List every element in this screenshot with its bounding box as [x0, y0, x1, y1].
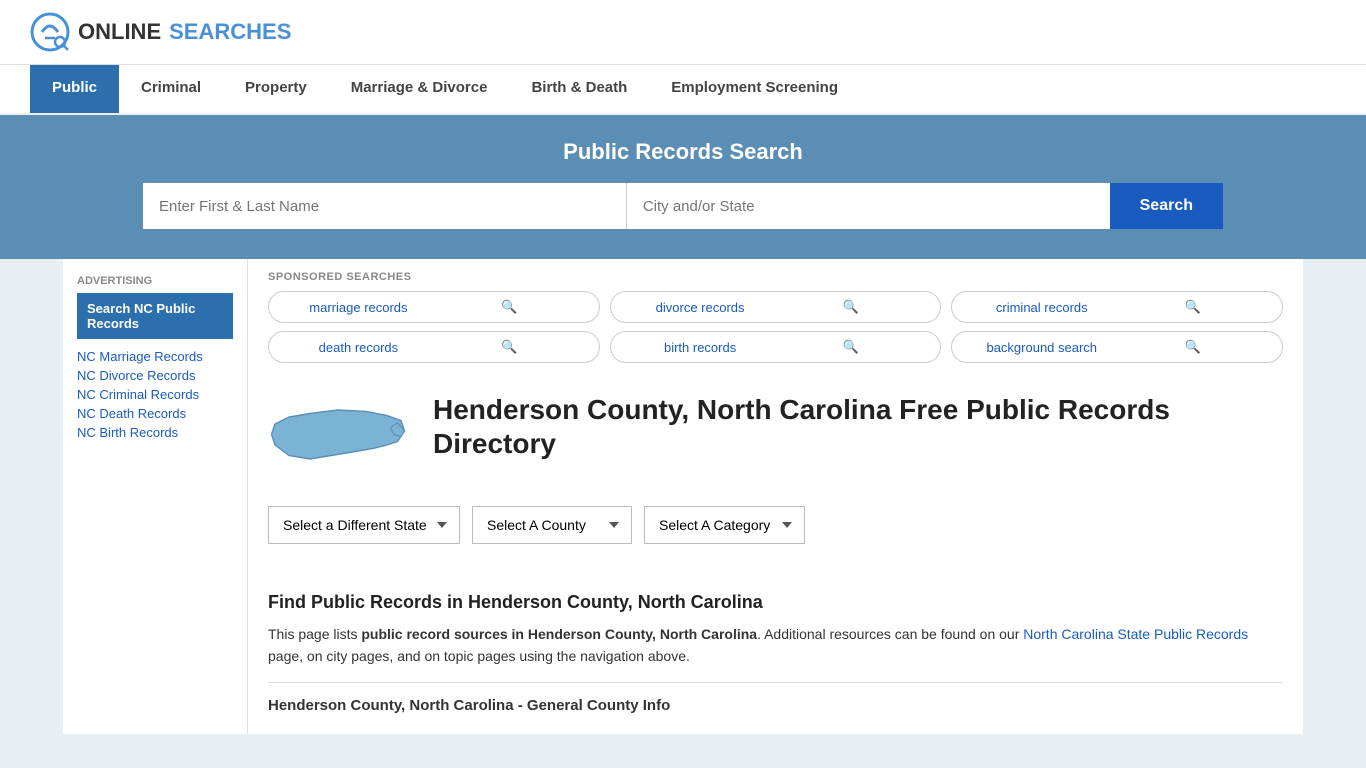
pill-divorce-records[interactable]: divorce records 🔍 [610, 291, 942, 323]
pill-row-2: death records 🔍 birth records 🔍 backgrou… [268, 331, 1283, 363]
pill-death-records[interactable]: death records 🔍 [268, 331, 600, 363]
pill-birth-records[interactable]: birth records 🔍 [610, 331, 942, 363]
pill-row-1: marriage records 🔍 divorce records 🔍 cri… [268, 291, 1283, 323]
logo-text-online: ONLINE [78, 19, 161, 45]
find-section: Find Public Records in Henderson County,… [268, 592, 1283, 714]
pill-marriage-label: marriage records [283, 300, 434, 315]
sponsored-label: SPONSORED SEARCHES [268, 271, 1283, 283]
find-text-part3: page, on city pages, and on topic pages … [268, 648, 690, 664]
nc-map-svg [268, 393, 408, 483]
main-nav: Public Criminal Property Marriage & Divo… [0, 65, 1366, 115]
state-map [268, 393, 413, 486]
find-text-part2: . Additional resources can be found on o… [757, 626, 1023, 642]
search-bar: Search [143, 183, 1223, 229]
find-title: Find Public Records in Henderson County,… [268, 592, 1283, 613]
search-icon-birth: 🔍 [776, 339, 927, 355]
search-button[interactable]: Search [1110, 183, 1223, 229]
pill-divorce-label: divorce records [625, 300, 776, 315]
logo-icon [30, 12, 70, 52]
category-dropdown[interactable]: Select A Category [644, 506, 805, 544]
sidebar-link-marriage[interactable]: NC Marriage Records [77, 349, 233, 364]
dropdown-row: Select a Different State Select A County… [268, 506, 1283, 544]
sidebar-link-death[interactable]: NC Death Records [77, 406, 233, 421]
search-icon-death: 🔍 [434, 339, 585, 355]
directory-section: Henderson County, North Carolina Free Pu… [268, 377, 1283, 576]
county-info-title: Henderson County, North Carolina - Gener… [268, 697, 1283, 714]
nav-item-public[interactable]: Public [30, 65, 119, 113]
sidebar-ad-box[interactable]: Search NC Public Records [77, 293, 233, 339]
section-divider [268, 682, 1283, 683]
main-content: SPONSORED SEARCHES marriage records 🔍 di… [248, 259, 1303, 734]
search-icon-criminal: 🔍 [1117, 299, 1268, 315]
pill-background-search[interactable]: background search 🔍 [951, 331, 1283, 363]
logo-text-searches: SEARCHES [169, 19, 291, 45]
search-icon-marriage: 🔍 [434, 299, 585, 315]
pill-criminal-records[interactable]: criminal records 🔍 [951, 291, 1283, 323]
nav-item-employment[interactable]: Employment Screening [649, 65, 860, 113]
sidebar-link-criminal[interactable]: NC Criminal Records [77, 387, 233, 402]
search-icon-background: 🔍 [1117, 339, 1268, 355]
directory-title: Henderson County, North Carolina Free Pu… [433, 393, 1283, 460]
nav-item-property[interactable]: Property [223, 65, 329, 113]
logo: ONLINE SEARCHES [30, 12, 291, 52]
find-text: This page lists public record sources in… [268, 623, 1283, 668]
sidebar: Advertising Search NC Public Records NC … [63, 259, 248, 734]
pill-criminal-label: criminal records [966, 300, 1117, 315]
sidebar-ad-label: Advertising [77, 275, 233, 287]
name-input[interactable] [143, 183, 627, 229]
nav-item-criminal[interactable]: Criminal [119, 65, 223, 113]
location-input[interactable] [627, 183, 1110, 229]
content-wrapper: Advertising Search NC Public Records NC … [63, 259, 1303, 734]
pill-death-label: death records [283, 340, 434, 355]
sidebar-link-birth[interactable]: NC Birth Records [77, 425, 233, 440]
nav-item-birth-death[interactable]: Birth & Death [509, 65, 649, 113]
nav-item-marriage-divorce[interactable]: Marriage & Divorce [329, 65, 510, 113]
nc-records-link[interactable]: North Carolina State Public Records [1023, 626, 1248, 642]
sidebar-link-divorce[interactable]: NC Divorce Records [77, 368, 233, 383]
header: ONLINE SEARCHES [0, 0, 1366, 65]
hero-section: Public Records Search Search [0, 115, 1366, 259]
find-text-part1: This page lists [268, 626, 361, 642]
pill-marriage-records[interactable]: marriage records 🔍 [268, 291, 600, 323]
pill-background-label: background search [966, 340, 1117, 355]
state-dropdown[interactable]: Select a Different State [268, 506, 460, 544]
hero-title: Public Records Search [30, 139, 1336, 165]
search-icon-divorce: 🔍 [776, 299, 927, 315]
pill-birth-label: birth records [625, 340, 776, 355]
find-text-bold: public record sources in Henderson Count… [361, 626, 757, 642]
directory-header: Henderson County, North Carolina Free Pu… [268, 393, 1283, 486]
sponsored-section: SPONSORED SEARCHES marriage records 🔍 di… [268, 259, 1283, 377]
county-dropdown[interactable]: Select A County [472, 506, 632, 544]
